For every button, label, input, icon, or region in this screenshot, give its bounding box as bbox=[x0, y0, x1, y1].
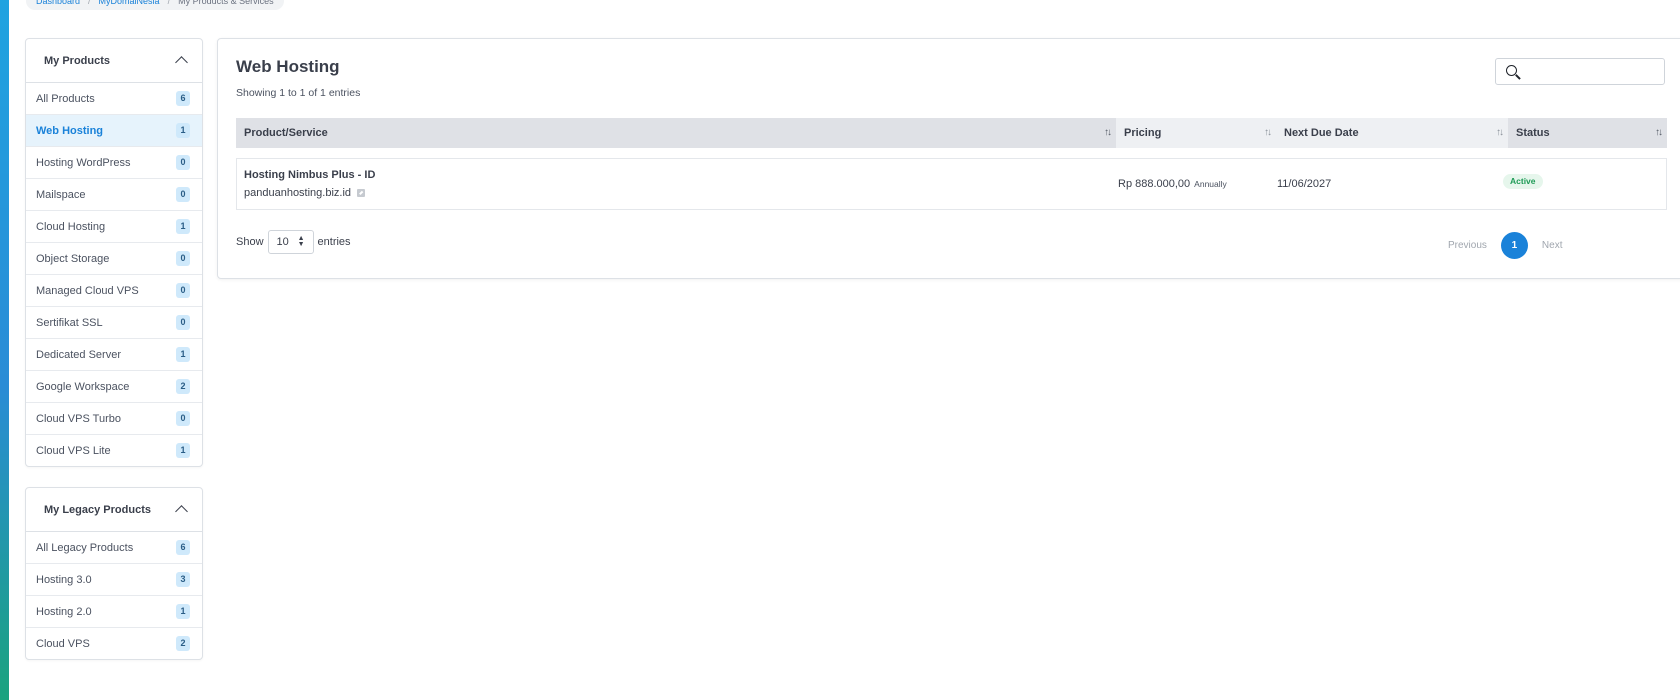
show-label: Show bbox=[236, 236, 264, 248]
billing-cycle: Annually bbox=[1194, 179, 1227, 189]
sidebar-item-web-hosting[interactable]: Web Hosting 1 bbox=[26, 115, 202, 147]
count-badge: 1 bbox=[176, 443, 190, 458]
next-due-date: 11/06/2027 bbox=[1277, 178, 1332, 190]
product-name: Hosting Nimbus Plus - ID bbox=[244, 169, 376, 181]
sidebar-item-cloud-vps[interactable]: Cloud VPS 2 bbox=[26, 628, 202, 659]
sidebar-item-cloud-vps-lite[interactable]: Cloud VPS Lite 1 bbox=[26, 435, 202, 466]
sort-icon: ↑↓ bbox=[1496, 127, 1504, 138]
sidebar-item-all-legacy-products[interactable]: All Legacy Products 6 bbox=[26, 532, 202, 564]
sidebar-item-managed-cloud-vps[interactable]: Managed Cloud VPS 0 bbox=[26, 275, 202, 307]
count-badge: 0 bbox=[176, 187, 190, 202]
my-products-header[interactable]: My Products bbox=[26, 39, 202, 83]
sidebar-item-object-storage[interactable]: Object Storage 0 bbox=[26, 243, 202, 275]
sidebar-item-sertifikat-ssl[interactable]: Sertifikat SSL 0 bbox=[26, 307, 202, 339]
count-badge: 1 bbox=[176, 347, 190, 362]
breadcrumb-current: My Products & Services bbox=[178, 0, 274, 6]
sidebar-item-cloud-hosting[interactable]: Cloud Hosting 1 bbox=[26, 211, 202, 243]
count-badge: 0 bbox=[176, 251, 190, 266]
sort-icon: ↑↓ bbox=[1104, 127, 1112, 138]
column-header-status[interactable]: Status ↑↓ bbox=[1508, 118, 1667, 148]
count-badge: 0 bbox=[176, 315, 190, 330]
sidebar-item-all-products[interactable]: All Products 6 bbox=[26, 83, 202, 115]
breadcrumb-separator: / bbox=[88, 0, 91, 6]
panel-title: My Products bbox=[44, 54, 111, 67]
count-badge: 1 bbox=[176, 123, 190, 138]
page-title: Web Hosting bbox=[236, 57, 340, 76]
breadcrumb-separator: / bbox=[167, 0, 171, 6]
column-header-due-date[interactable]: Next Due Date ↑↓ bbox=[1276, 118, 1508, 148]
search-box[interactable] bbox=[1495, 58, 1665, 85]
search-icon bbox=[1506, 65, 1517, 76]
panel-title: My Legacy Products bbox=[44, 503, 151, 516]
previous-button[interactable]: Previous bbox=[1448, 240, 1487, 251]
left-accent-bar bbox=[0, 0, 9, 700]
status-badge: Active bbox=[1503, 174, 1543, 189]
search-input[interactable] bbox=[1524, 62, 1660, 83]
products-card: Web Hosting Showing 1 to 1 of 1 entries … bbox=[217, 38, 1680, 279]
page-length-select[interactable]: 10 ▲ ▼ bbox=[267, 230, 314, 254]
count-badge: 0 bbox=[176, 411, 190, 426]
sidebar-item-mailspace[interactable]: Mailspace 0 bbox=[26, 179, 202, 211]
count-badge: 3 bbox=[176, 572, 190, 587]
pagination: Previous 1 Next bbox=[1448, 232, 1562, 259]
select-arrows-icon: ▲ ▼ bbox=[297, 235, 305, 248]
table-header: Product/Service ↑↓ Pricing ↑↓ Next Due D… bbox=[236, 118, 1667, 148]
breadcrumb-dashboard[interactable]: Dashboard bbox=[36, 0, 80, 10]
count-badge: 2 bbox=[176, 636, 190, 651]
external-link-icon[interactable] bbox=[357, 189, 366, 197]
chevron-up-icon[interactable] bbox=[175, 56, 188, 69]
sidebar-item-hosting-2[interactable]: Hosting 2.0 1 bbox=[26, 596, 202, 628]
sidebar-item-dedicated-server[interactable]: Dedicated Server 1 bbox=[26, 339, 202, 371]
product-price: Rp 888.000,00 Annually bbox=[1118, 178, 1227, 190]
legacy-products-header[interactable]: My Legacy Products bbox=[26, 488, 202, 532]
my-products-panel: My Products All Products 6 Web Hosting 1… bbox=[25, 38, 203, 467]
breadcrumb: Dashboard / MyDomaiNesia / My Products &… bbox=[26, 0, 284, 10]
count-badge: 1 bbox=[176, 219, 190, 234]
sort-icon: ↑↓ bbox=[1264, 127, 1272, 138]
entries-info: Showing 1 to 1 of 1 entries bbox=[236, 87, 361, 99]
count-badge: 6 bbox=[176, 91, 190, 106]
sidebar-item-google-workspace[interactable]: Google Workspace 2 bbox=[26, 371, 202, 403]
entries-label: entries bbox=[317, 236, 351, 248]
sidebar-item-cloud-vps-turbo[interactable]: Cloud VPS Turbo 0 bbox=[26, 403, 202, 435]
count-badge: 0 bbox=[176, 283, 190, 298]
count-badge: 6 bbox=[176, 540, 190, 555]
breadcrumb-mydomainesia[interactable]: MyDomaiNesia bbox=[99, 0, 160, 10]
next-button[interactable]: Next bbox=[1542, 240, 1563, 251]
sidebar-item-hosting-wordpress[interactable]: Hosting WordPress 0 bbox=[26, 147, 202, 179]
legacy-products-panel: My Legacy Products All Legacy Products 6… bbox=[25, 487, 203, 660]
count-badge: 1 bbox=[176, 604, 190, 619]
sort-icon: ↑↓ bbox=[1655, 127, 1663, 138]
count-badge: 0 bbox=[176, 155, 190, 170]
product-domain: panduanhosting.biz.id bbox=[244, 187, 366, 199]
table-row[interactable]: Hosting Nimbus Plus - ID panduanhosting.… bbox=[236, 158, 1667, 210]
column-header-product[interactable]: Product/Service ↑↓ bbox=[236, 118, 1116, 148]
page-length-control: Show 10 ▲ ▼ entries bbox=[236, 230, 351, 254]
count-badge: 2 bbox=[176, 379, 190, 394]
sidebar-item-hosting-3[interactable]: Hosting 3.0 3 bbox=[26, 564, 202, 596]
page-button-1[interactable]: 1 bbox=[1500, 232, 1528, 259]
chevron-up-icon[interactable] bbox=[175, 505, 188, 518]
column-header-pricing[interactable]: Pricing ↑↓ bbox=[1116, 118, 1276, 148]
